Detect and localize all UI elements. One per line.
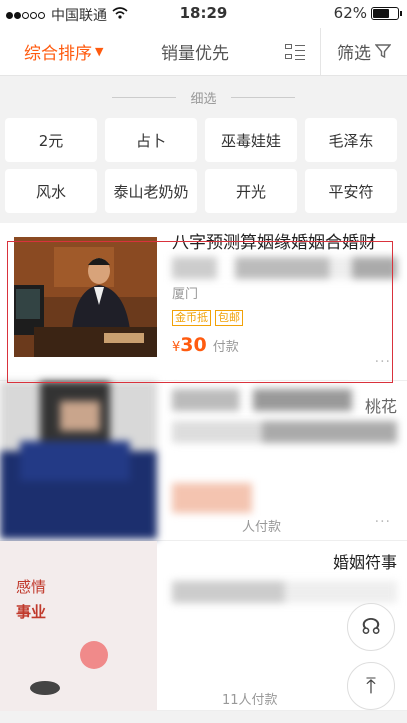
- sold-count: 人付款: [242, 520, 282, 535]
- sold-count: 付款: [212, 340, 239, 355]
- battery-percent: 62%: [333, 4, 367, 22]
- blurred-title-line: [172, 389, 397, 411]
- divider: [112, 96, 177, 98]
- funnel-icon: [375, 44, 391, 59]
- back-to-top-button[interactable]: ⤒: [347, 662, 395, 710]
- status-bar: 中国联通 18:29 62%: [0, 0, 407, 28]
- refine-chip[interactable]: 巫毒娃娃: [205, 118, 297, 162]
- product-location: 厦门: [172, 287, 199, 302]
- blurred-title-line: [172, 421, 397, 443]
- tab-sales-first[interactable]: 销量优先: [120, 39, 270, 64]
- arrow-up-icon: ⤒: [366, 673, 376, 699]
- tab-comprehensive-sort[interactable]: 综合排序 ▼: [0, 39, 120, 64]
- product-item[interactable]: 八字预测算姻缘婚姻合婚财 厦门 金币抵 包邮 ¥30 付款 ···: [0, 223, 407, 381]
- product-price-row: ¥30 付款: [172, 334, 397, 356]
- image-text-1: 感情: [16, 578, 47, 596]
- refine-section: 细选 2元 占卜 巫毒娃娃 毛泽东 风水 泰山老奶奶 开光 平安符: [0, 76, 407, 223]
- refine-chip[interactable]: 泰山老奶奶: [105, 169, 197, 213]
- refine-title: 细选: [190, 91, 217, 107]
- tab-sort-label: 综合排序: [24, 44, 92, 64]
- refine-chip[interactable]: 占卜: [105, 118, 197, 162]
- tab-sales-label: 销量优先: [161, 44, 229, 64]
- product-tags: 金币抵 包邮: [172, 310, 397, 326]
- refine-chip[interactable]: 平安符: [305, 169, 397, 213]
- refine-header: 细选: [0, 84, 407, 110]
- product-info: 婚姻符事 11人付款: [172, 549, 397, 708]
- product-title: 八字预测算姻缘婚姻合婚财: [172, 233, 376, 253]
- list-view-icon: [285, 43, 305, 61]
- product-title-fragment: 婚姻符事: [332, 553, 397, 572]
- product-image: [0, 381, 157, 539]
- product-list: 八字预测算姻缘婚姻合婚财 厦门 金币抵 包邮 ¥30 付款 ··· 桃花 人付款…: [0, 223, 407, 711]
- more-options-icon[interactable]: ···: [375, 514, 391, 530]
- product-title-fragment: 桃花: [364, 397, 397, 416]
- sold-count: 11人付款: [222, 693, 278, 708]
- filter-label: 筛选: [337, 44, 371, 64]
- filter-button[interactable]: 筛选: [320, 28, 407, 75]
- product-item[interactable]: 桃花 人付款 ···: [0, 381, 407, 541]
- refine-chip[interactable]: 风水: [5, 169, 97, 213]
- divider: [230, 96, 295, 98]
- tag-free-shipping: 包邮: [215, 310, 243, 326]
- more-options-icon[interactable]: ···: [375, 354, 391, 370]
- ink-graphic: [30, 681, 60, 695]
- battery-icon: [371, 6, 402, 20]
- product-image: [14, 237, 157, 357]
- product-info: 八字预测算姻缘婚姻合婚财 厦门 金币抵 包邮 ¥30 付款: [172, 231, 397, 356]
- view-toggle-button[interactable]: [270, 43, 320, 61]
- product-image: 感情 事业: [0, 541, 157, 711]
- sort-tabs: 综合排序 ▼ 销量优先 筛选: [0, 28, 407, 76]
- product-info: 桃花 人付款: [172, 389, 397, 535]
- refine-chip[interactable]: 2元: [5, 118, 97, 162]
- caret-down-icon: ▼: [95, 45, 104, 58]
- refine-chip[interactable]: 开光: [205, 169, 297, 213]
- tag-coin: 金币抵: [172, 310, 211, 326]
- blurred-title-line: [172, 257, 397, 279]
- price-value: 30: [180, 334, 207, 356]
- headset-icon: ☊: [361, 614, 381, 640]
- blurred-price: [172, 483, 252, 513]
- blurred-title-line: [172, 581, 397, 603]
- feedback-button[interactable]: ☊: [347, 603, 395, 651]
- red-sun-graphic: [80, 641, 108, 669]
- refine-chips: 2元 占卜 巫毒娃娃 毛泽东 风水 泰山老奶奶 开光 平安符: [0, 110, 407, 223]
- refine-chip[interactable]: 毛泽东: [305, 118, 397, 162]
- product-item[interactable]: 感情 事业 婚姻符事 11人付款 ···: [0, 541, 407, 711]
- image-text-2: 事业: [16, 603, 47, 621]
- battery-status: 62%: [333, 4, 402, 22]
